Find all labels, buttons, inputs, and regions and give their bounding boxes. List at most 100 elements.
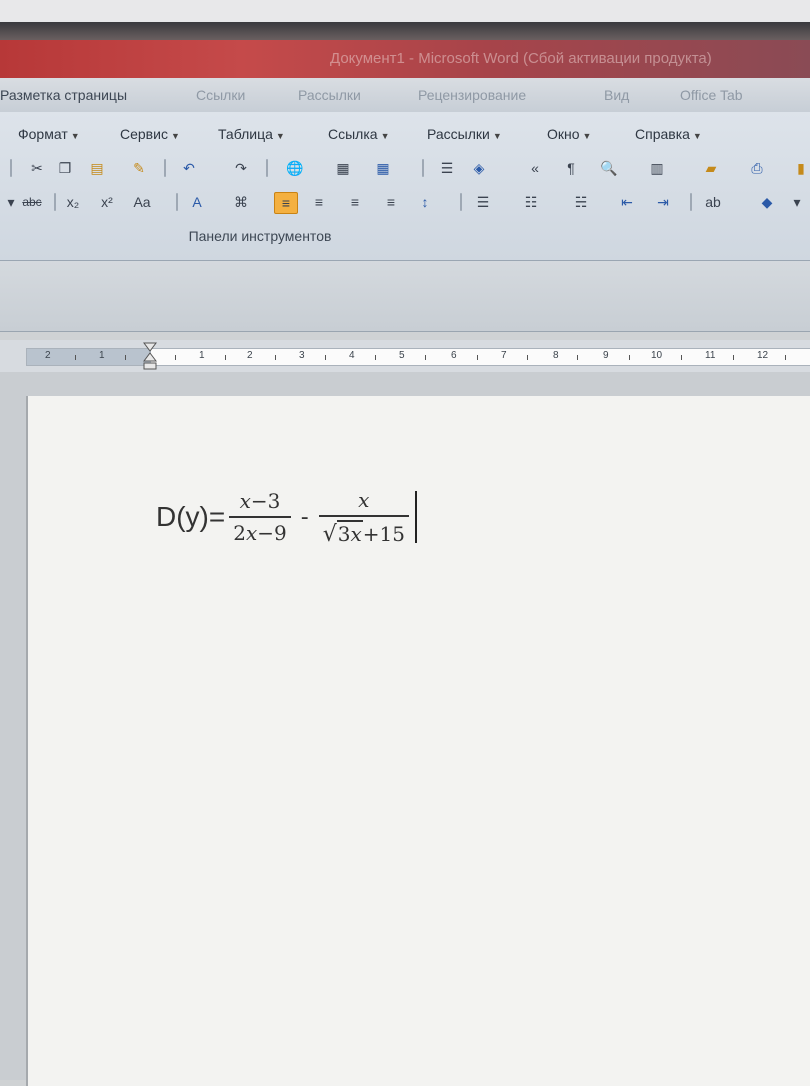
copy-icon[interactable]: ❐ [54, 158, 76, 178]
save-icon[interactable]: ▮ [790, 158, 810, 178]
strikethrough-button[interactable]: abc [18, 192, 46, 212]
format-painter-icon[interactable]: ✎ [128, 158, 150, 178]
variable-x: x [245, 521, 258, 545]
ruler-tick [125, 355, 126, 360]
ruler-tick [325, 355, 326, 360]
coefficient: 3 [337, 522, 351, 546]
increase-indent-icon[interactable]: ⇥ [652, 192, 674, 212]
chevron-down-icon[interactable]: ▾ [786, 192, 808, 212]
coefficient: 2 [233, 521, 246, 545]
ruler-tick [275, 355, 276, 360]
ribbon-panel: Формат ▼ Сервис ▼ Таблица ▼ Ссылка ▼ Рассылк… [0, 112, 810, 261]
menu-window[interactable]: Окно ▼ [547, 126, 591, 142]
redo-icon[interactable]: ↷ [230, 158, 252, 178]
menu-tools[interactable]: Сервис ▼ [120, 126, 180, 142]
subscript-button[interactable]: x₂ [62, 192, 84, 212]
tab-view[interactable]: Вид [604, 87, 629, 103]
ruler-tick [629, 355, 630, 360]
ruler-tick [225, 355, 226, 360]
ruler-tick [733, 355, 734, 360]
chevron-down-icon: ▼ [692, 131, 702, 141]
text-box-icon[interactable]: ⌘ [230, 192, 252, 212]
ruler-tick [681, 355, 682, 360]
ruler-label: 12 [757, 350, 769, 361]
classic-menubar: Формат ▼ Сервис ▼ Таблица ▼ Ссылка ▼ Рассылк… [0, 122, 810, 148]
numbered-list-icon[interactable]: ☰ [472, 192, 494, 212]
menu-window-label: Окно [547, 126, 580, 142]
ruler-label: 2 [45, 350, 51, 361]
justify-icon[interactable]: ≡ [380, 192, 402, 212]
menu-link[interactable]: Ссылка ▼ [328, 126, 389, 142]
tab-office-tab[interactable]: Office Tab [680, 87, 743, 103]
menu-mailings[interactable]: Рассылки ▼ [427, 126, 502, 142]
drawing-icon[interactable]: ◈ [468, 158, 490, 178]
tables-borders-icon[interactable]: ▦ [332, 158, 354, 178]
decrease-indent-icon[interactable]: ⇤ [616, 192, 638, 212]
tab-review[interactable]: Рецензирование [418, 87, 526, 103]
bulleted-list-icon[interactable]: ☷ [520, 192, 542, 212]
variable-x: x [350, 522, 362, 546]
change-case-button[interactable]: Aa [128, 192, 156, 212]
ruler-label: 4 [349, 350, 355, 361]
chevron-down-icon: ▼ [70, 131, 80, 141]
ruler-tick [477, 355, 478, 360]
ruler-tick [577, 355, 578, 360]
radicand: 3x [336, 520, 363, 546]
line-spacing-icon[interactable]: ↕ [414, 192, 436, 212]
toolbar-separator [54, 193, 56, 211]
ribbon-tab-bar: Разметка страницы Ссылки Рассылки Реценз… [0, 78, 810, 113]
square-root: √ 3x [323, 520, 363, 546]
fraction-1: x−3 2x−9 [229, 489, 291, 545]
ruler-tick [75, 355, 76, 360]
hyperlink-icon[interactable]: 🌐 [284, 158, 306, 178]
tab-references[interactable]: Ссылки [196, 87, 245, 103]
menu-tools-label: Сервис [120, 126, 168, 142]
toolbar-separator [10, 159, 12, 177]
cut-icon[interactable]: ✂ [26, 158, 48, 178]
window-title-bar[interactable]: Документ1 - Microsoft Word (Сбой активац… [0, 40, 810, 78]
superscript-button[interactable]: x² [96, 192, 118, 212]
fraction-1-numerator: x−3 [236, 489, 285, 513]
menu-link-label: Ссылка [328, 126, 378, 142]
horizontal-ruler[interactable]: 2 1 1 2 3 4 5 6 7 8 9 10 11 12 [0, 340, 810, 372]
folder-icon[interactable]: ▰ [700, 158, 722, 178]
pilcrow-icon[interactable]: ¶ [560, 158, 582, 178]
menu-help-label: Справка [635, 126, 690, 142]
print-icon[interactable]: ⎙ [746, 158, 768, 178]
columns-icon[interactable]: ☰ [436, 158, 458, 178]
paste-icon[interactable]: ▤ [86, 158, 108, 178]
fraction-bar [318, 515, 409, 517]
highlight-icon[interactable]: ab [702, 192, 724, 212]
ruler-label: 8 [553, 350, 559, 361]
document-page[interactable]: D(y)= x−3 2x−9 - x √ 3x +15 [28, 396, 810, 1086]
tab-page-layout[interactable]: Разметка страницы [0, 87, 127, 103]
zoom-icon[interactable]: 🔍 [598, 158, 620, 178]
toolbar-separator [460, 193, 462, 211]
ruler-label: 3 [299, 350, 305, 361]
ruler-label: 10 [651, 350, 663, 361]
undo-icon[interactable]: ↶ [178, 158, 200, 178]
text-effects-icon[interactable]: A [186, 192, 208, 212]
indent-marker-icon[interactable] [143, 341, 157, 371]
tab-mailings[interactable]: Рассылки [298, 87, 361, 103]
menu-table[interactable]: Таблица ▼ [218, 126, 285, 142]
shading-icon[interactable]: ◆ [756, 192, 778, 212]
align-center-icon[interactable]: ≡ [308, 192, 330, 212]
read-mode-icon[interactable]: ▥ [646, 158, 668, 178]
ruler-tick [785, 355, 786, 360]
align-left-icon[interactable]: ≡ [274, 192, 298, 214]
menu-format[interactable]: Формат ▼ [18, 126, 80, 142]
align-right-icon[interactable]: ≡ [344, 192, 366, 212]
document-map-icon[interactable]: « [524, 158, 546, 178]
equation-lhs: D(y)= [156, 501, 226, 532]
fraction-bar [229, 516, 291, 518]
multilevel-list-icon[interactable]: ☵ [570, 192, 592, 212]
ruler-tick [375, 355, 376, 360]
menu-help[interactable]: Справка ▼ [635, 126, 702, 142]
chevron-down-icon: ▼ [275, 131, 285, 141]
chevron-down-icon: ▼ [492, 131, 502, 141]
ruler-tick [527, 355, 528, 360]
toolbar-separator [266, 159, 268, 177]
insert-table-icon[interactable]: ▦ [372, 158, 394, 178]
equation[interactable]: D(y)= x−3 2x−9 - x √ 3x +15 [156, 482, 417, 552]
